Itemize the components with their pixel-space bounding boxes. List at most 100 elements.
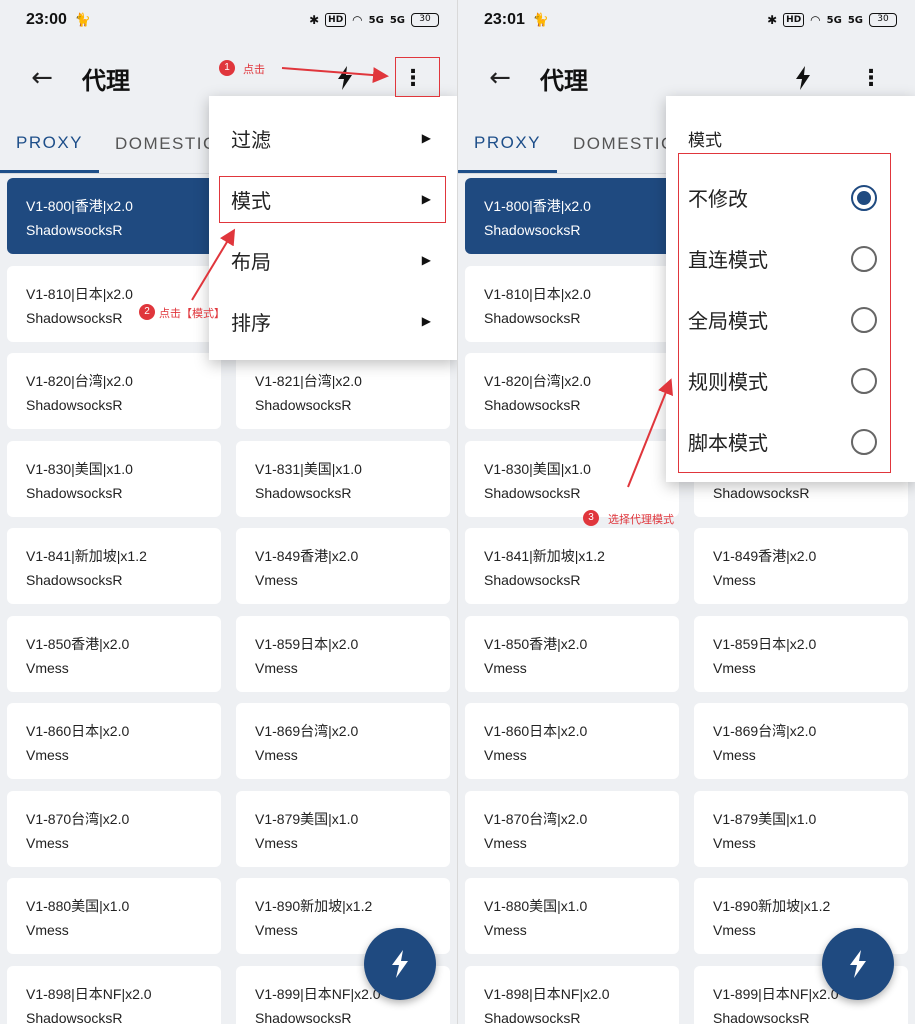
cat-icon: 🐈 bbox=[532, 12, 550, 28]
battery-icon: 30 bbox=[869, 13, 897, 27]
proxy-name: V1-860日本|x2.0 bbox=[484, 723, 588, 739]
left-screenshot: 23:00 🐈 ✱ HD ◠ 5G 5G 30 ← 代理 ⋮ PROXY DOM… bbox=[0, 0, 457, 1024]
step-marker-3: 3 bbox=[583, 510, 599, 526]
proxy-card[interactable]: V1-860日本|x2.0 Vmess bbox=[7, 703, 221, 779]
status-bar: 23:00 🐈 ✱ HD ◠ 5G 5G 30 bbox=[0, 0, 457, 40]
proxy-name: V1-890新加坡|x1.2 bbox=[255, 898, 373, 914]
bluetooth-icon: ✱ bbox=[767, 13, 778, 27]
proxy-name: V1-821|台湾|x2.0 bbox=[255, 373, 362, 389]
back-arrow-icon[interactable]: ← bbox=[476, 54, 524, 102]
tab-proxy[interactable]: PROXY bbox=[0, 115, 100, 173]
proxy-type: Vmess bbox=[255, 572, 298, 588]
proxy-name: V1-870台湾|x2.0 bbox=[484, 810, 588, 827]
highlight-mode-options bbox=[678, 153, 891, 473]
proxy-type: ShadowsocksR bbox=[255, 397, 352, 413]
proxy-type: ShadowsocksR bbox=[713, 484, 810, 501]
overflow-menu: 过滤 ▶ 模式 ▶ 布局 ▶ 排序 ▶ bbox=[209, 96, 457, 360]
submenu-arrow-icon: ▶ bbox=[421, 131, 431, 145]
proxy-name: V1-898|日本NF|x2.0 bbox=[26, 985, 152, 1002]
back-arrow-icon[interactable]: ← bbox=[18, 54, 66, 102]
proxy-name: V1-890新加坡|x1.2 bbox=[713, 898, 831, 914]
proxy-name: V1-850香港|x2.0 bbox=[26, 635, 130, 652]
proxy-card[interactable]: V1-879美国|x1.0 Vmess bbox=[236, 790, 450, 867]
proxy-card[interactable]: V1-859日本|x2.0 Vmess bbox=[236, 615, 450, 692]
submenu-arrow-icon: ▶ bbox=[421, 314, 431, 328]
proxy-card[interactable]: V1-821|台湾|x2.0 ShadowsocksR bbox=[236, 353, 450, 429]
highlight-mode-item bbox=[219, 176, 446, 223]
proxy-card[interactable]: V1-879美国|x1.0 Vmess bbox=[694, 790, 908, 867]
proxy-card[interactable]: V1-810|日本|x2.0 ShadowsocksR bbox=[465, 265, 679, 342]
status-icons: ✱ HD ◠ 5G 5G 30 bbox=[309, 13, 439, 27]
proxy-card[interactable]: V1-860日本|x2.0 Vmess bbox=[465, 703, 679, 779]
hd-badge: HD bbox=[325, 13, 347, 27]
proxy-card[interactable]: V1-830|美国|x1.0 ShadowsocksR bbox=[7, 440, 221, 517]
menu-item-filter[interactable]: 过滤 ▶ bbox=[209, 108, 457, 168]
proxy-card[interactable]: V1-869台湾|x2.0 Vmess bbox=[694, 703, 908, 779]
step-label-2: 点击【模式】 bbox=[159, 307, 225, 320]
proxy-card[interactable]: V1-831|美国|x1.0 ShadowsocksR bbox=[236, 440, 450, 517]
status-icons: ✱ HD ◠ 5G 5G 30 bbox=[767, 13, 897, 27]
step-label-3: 选择代理模式 bbox=[608, 513, 674, 526]
proxy-card[interactable]: V1-850香港|x2.0 Vmess bbox=[7, 615, 221, 692]
proxy-card[interactable]: V1-849香港|x2.0 Vmess bbox=[694, 528, 908, 604]
signal-5g-icon: 5G bbox=[826, 14, 842, 26]
proxy-card[interactable]: V1-841|新加坡|x1.2 ShadowsocksR bbox=[465, 528, 679, 604]
proxy-name: V1-859日本|x2.0 bbox=[713, 635, 817, 652]
proxy-card[interactable]: V1-830|美国|x1.0 ShadowsocksR bbox=[465, 440, 679, 517]
wifi-icon: ◠ bbox=[810, 13, 821, 27]
proxy-name: V1-810|日本|x2.0 bbox=[26, 285, 133, 302]
proxy-name: V1-869台湾|x2.0 bbox=[255, 723, 359, 739]
proxy-type: Vmess bbox=[255, 834, 298, 851]
menu-item-layout[interactable]: 布局 ▶ bbox=[209, 230, 457, 290]
proxy-card[interactable]: V1-869台湾|x2.0 Vmess bbox=[236, 703, 450, 779]
proxy-type: Vmess bbox=[713, 834, 756, 851]
step-marker-2: 2 bbox=[139, 304, 155, 320]
proxy-type: Vmess bbox=[26, 922, 69, 938]
proxy-name: V1-869台湾|x2.0 bbox=[713, 723, 817, 739]
proxy-type: Vmess bbox=[713, 572, 756, 588]
proxy-type: Vmess bbox=[255, 659, 298, 676]
proxy-card[interactable]: V1-898|日本NF|x2.0 ShadowsocksR bbox=[465, 965, 679, 1024]
proxy-card[interactable]: V1-820|台湾|x2.0 ShadowsocksR bbox=[7, 353, 221, 429]
lightning-bolt-icon[interactable] bbox=[325, 56, 365, 100]
proxy-card[interactable]: V1-880美国|x1.0 Vmess bbox=[7, 878, 221, 954]
proxy-card[interactable]: V1-898|日本NF|x2.0 ShadowsocksR bbox=[7, 965, 221, 1024]
tab-proxy[interactable]: PROXY bbox=[458, 115, 558, 173]
test-latency-fab[interactable] bbox=[364, 928, 436, 1000]
proxy-type: ShadowsocksR bbox=[484, 484, 581, 501]
proxy-card[interactable]: V1-850香港|x2.0 Vmess bbox=[465, 615, 679, 692]
proxy-card[interactable]: V1-849香港|x2.0 Vmess bbox=[236, 528, 450, 604]
step-label-1: 点击 bbox=[243, 63, 265, 76]
proxy-name: V1-800|香港|x2.0 bbox=[26, 198, 133, 214]
lightning-bolt-icon[interactable] bbox=[783, 56, 823, 100]
proxy-name: V1-850香港|x2.0 bbox=[484, 635, 588, 652]
proxy-card[interactable]: V1-810|日本|x2.0 ShadowsocksR bbox=[7, 265, 221, 342]
proxy-card[interactable]: V1-800|香港|x2.0 ShadowsocksR bbox=[465, 178, 679, 254]
more-vert-icon[interactable]: ⋮ bbox=[851, 56, 891, 100]
proxy-name: V1-831|美国|x1.0 bbox=[255, 460, 362, 477]
bluetooth-icon: ✱ bbox=[309, 13, 320, 27]
proxy-card[interactable]: V1-859日本|x2.0 Vmess bbox=[694, 615, 908, 692]
highlight-more-button bbox=[395, 57, 440, 97]
proxy-card[interactable]: V1-841|新加坡|x1.2 ShadowsocksR bbox=[7, 528, 221, 604]
proxy-card[interactable]: V1-870台湾|x2.0 Vmess bbox=[465, 790, 679, 867]
proxy-card[interactable]: V1-800|香港|x2.0 ShadowsocksR bbox=[7, 178, 221, 254]
proxy-name: V1-870台湾|x2.0 bbox=[26, 810, 130, 827]
proxy-type: ShadowsocksR bbox=[713, 1009, 810, 1024]
test-latency-fab[interactable] bbox=[822, 928, 894, 1000]
proxy-name: V1-879美国|x1.0 bbox=[713, 810, 817, 827]
proxy-card[interactable]: V1-870台湾|x2.0 Vmess bbox=[7, 790, 221, 867]
proxy-card[interactable]: V1-880美国|x1.0 Vmess bbox=[465, 878, 679, 954]
proxy-type: ShadowsocksR bbox=[484, 222, 581, 238]
proxy-type: ShadowsocksR bbox=[484, 572, 581, 588]
menu-item-sort[interactable]: 排序 ▶ bbox=[209, 291, 457, 351]
proxy-name: V1-800|香港|x2.0 bbox=[484, 198, 591, 214]
page-title: 代理 bbox=[82, 66, 130, 95]
battery-icon: 30 bbox=[411, 13, 439, 27]
hd-badge: HD bbox=[783, 13, 805, 27]
proxy-name: V1-859日本|x2.0 bbox=[255, 635, 359, 652]
proxy-name: V1-849香港|x2.0 bbox=[255, 548, 359, 564]
proxy-type: Vmess bbox=[484, 659, 527, 676]
proxy-type: ShadowsocksR bbox=[255, 1009, 352, 1024]
proxy-card[interactable]: V1-820|台湾|x2.0 ShadowsocksR bbox=[465, 353, 679, 429]
